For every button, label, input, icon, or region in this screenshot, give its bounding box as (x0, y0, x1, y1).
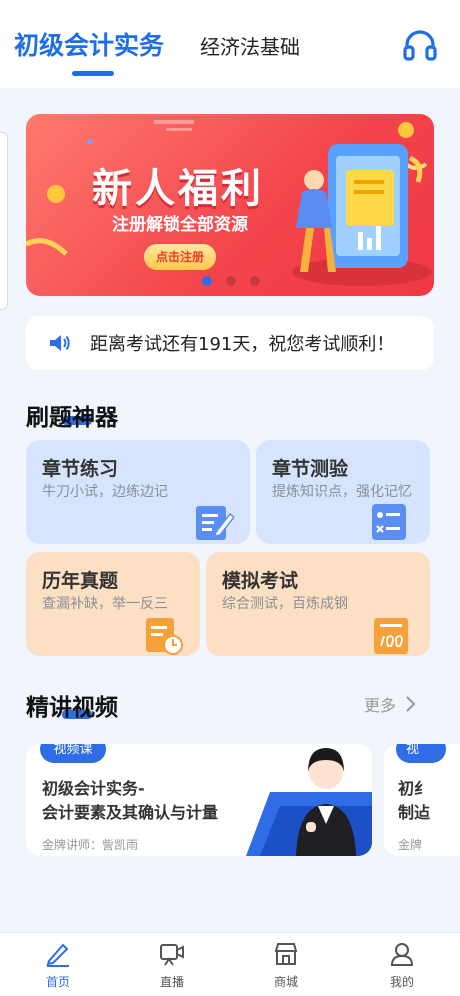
nav-live[interactable]: 直播 (142, 941, 202, 995)
carousel-dot[interactable] (250, 276, 260, 286)
card-subtitle: 提炼知识点，强化记忆 (272, 484, 412, 500)
notice-text: 距离考试还有191天，祝您考试顺利！ (90, 334, 395, 355)
bottom-nav: 首页 直播 商城 我的 (0, 932, 460, 996)
top-bar: 初级会计实务 经济法基础 (0, 0, 460, 88)
video-teacher: 金牌讲师：訾凯雨 (42, 838, 139, 852)
card-subtitle: 牛刀小试，边练边记 (42, 484, 168, 500)
speaker-icon (50, 335, 70, 351)
nav-label: 我的 (389, 975, 414, 989)
card-chapter-practice[interactable]: 章节练习 牛刀小试，边练边记 (26, 440, 250, 544)
history-paper-icon (146, 618, 183, 655)
nav-label: 商城 (273, 975, 298, 989)
more-link[interactable]: 更多 (364, 692, 396, 716)
card-chapter-quiz[interactable]: 章节测验 提炼知识点，强化记忆 (256, 440, 430, 544)
shop-icon (274, 943, 298, 965)
card-title: 历年真题 (42, 570, 119, 592)
exam-countdown-notice: 距离考试还有191天，祝您考试顺利！ (26, 316, 434, 370)
teacher-photo (246, 748, 372, 856)
video-teacher: 金牌 (398, 838, 423, 852)
tab-jingjifa[interactable]: 经济法基础 (200, 31, 300, 60)
user-icon (390, 943, 414, 966)
section-title-videos: 精讲视频 (26, 695, 118, 721)
side-drawer-handle[interactable] (0, 132, 8, 310)
video-title: 初级会计实务- 会计要素及其确认与计量 (42, 777, 218, 825)
video-badge: 视 (396, 744, 446, 763)
video-title-line: 制迠 (398, 803, 431, 822)
section-title-practice: 刷题神器 (26, 405, 118, 431)
register-button[interactable]: 点击注册 (144, 244, 216, 270)
nav-label: 直播 (159, 975, 184, 989)
banner-title: 新人福利 (92, 166, 264, 212)
video-title-line: 初纟 (398, 779, 431, 798)
card-title: 章节练习 (42, 458, 119, 480)
chevron-right-icon[interactable] (404, 695, 416, 713)
headset-icon[interactable] (402, 28, 438, 64)
checklist-icon (372, 504, 406, 540)
tab-chuji-kuaiji[interactable]: 初级会计实务 (14, 26, 164, 62)
live-camera-icon (160, 944, 184, 966)
nav-shop[interactable]: 商城 (256, 941, 316, 995)
carousel-dots (202, 276, 262, 288)
edit-icon (196, 506, 234, 540)
card-subtitle: 综合测试，百炼成钢 (222, 596, 348, 612)
promo-banner[interactable]: 新人福利 注册解锁全部资源 点击注册 (26, 114, 434, 296)
card-title: 模拟考试 (222, 570, 299, 592)
banner-subtitle: 注册解锁全部资源 (112, 215, 248, 235)
video-title-line: 会计要素及其确认与计量 (42, 803, 219, 822)
video-card[interactable]: 视频课 初级会计实务- 会计要素及其确认与计量 金牌讲师：訾凯雨 (26, 744, 372, 856)
nav-label: 首页 (45, 975, 70, 989)
card-mock-exam[interactable]: 模拟考试 综合测试，百炼成钢 (206, 552, 430, 656)
carousel-dot[interactable] (226, 276, 236, 286)
phone-illustration (292, 144, 432, 286)
card-title: 章节测验 (272, 458, 349, 480)
video-title: 初纟 制迠 (398, 777, 430, 825)
carousel-dot-active[interactable] (202, 276, 212, 286)
video-card[interactable]: 视 初纟 制迠 金牌 (384, 744, 460, 856)
video-title-line: 初级会计实务- (42, 779, 145, 798)
score-paper-icon (374, 618, 408, 654)
home-pen-icon (46, 943, 69, 967)
card-past-exams[interactable]: 历年真题 查漏补缺，举一反三 (26, 552, 200, 656)
nav-home[interactable]: 首页 (28, 941, 88, 995)
card-subtitle: 查漏补缺，举一反三 (42, 596, 168, 612)
video-badge: 视频课 (40, 744, 106, 763)
nav-mine[interactable]: 我的 (372, 941, 432, 995)
tab-active-indicator (72, 71, 114, 76)
